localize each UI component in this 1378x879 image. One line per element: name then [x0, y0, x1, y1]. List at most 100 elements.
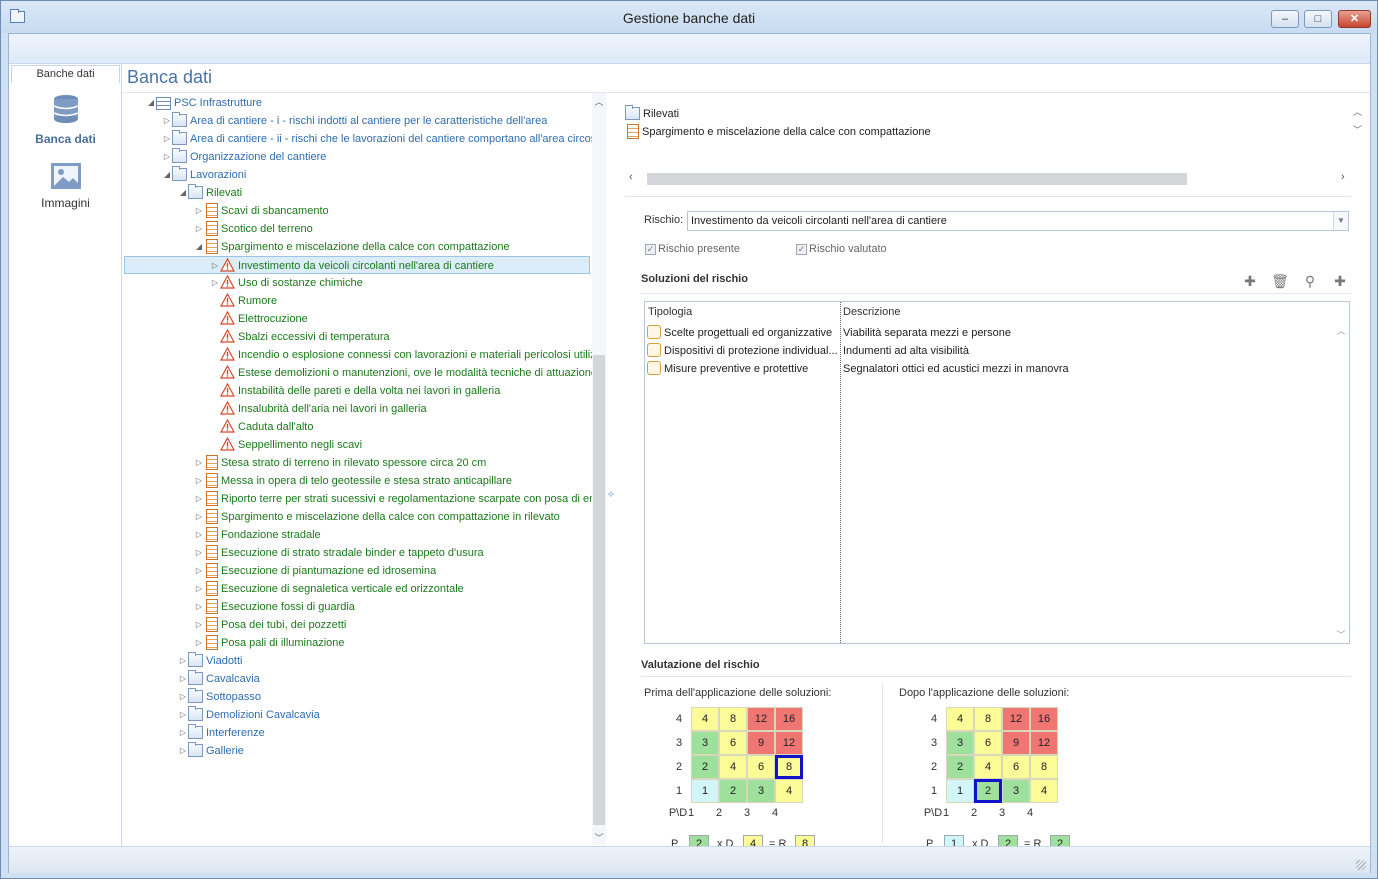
trash-icon[interactable]: 🗑 [1271, 272, 1289, 290]
scroll-up-icon[interactable]: ︿ [1335, 324, 1347, 337]
tree-node[interactable]: Incendio o esplosione connessi con lavor… [210, 346, 592, 364]
expanded-arrow-icon[interactable]: ◢ [146, 94, 156, 112]
collapsed-arrow-icon[interactable]: ▷ [162, 148, 172, 166]
tree-node[interactable]: ▷ Stesa strato di terreno in rilevato spe… [194, 454, 486, 472]
collapsed-arrow-icon[interactable]: ▷ [194, 220, 204, 238]
tree-node[interactable]: ▷ Fondazione stradale [194, 526, 321, 544]
add-solution-icon[interactable]: ✚ [1241, 272, 1259, 290]
tree-node[interactable]: ◢ Lavorazioni [162, 165, 246, 184]
tree-scrollbar[interactable]: ︿ ﹀ [592, 93, 606, 845]
expanded-arrow-icon[interactable]: ◢ [194, 238, 204, 256]
tree-node[interactable]: ▷ Interferenze [178, 723, 265, 742]
scroll-down-icon[interactable]: ﹀ [1335, 628, 1347, 641]
collapsed-arrow-icon[interactable]: ▷ [210, 274, 220, 292]
collapsed-arrow-icon[interactable]: ▷ [194, 472, 204, 490]
tree-node[interactable]: ▷ Viadotti [178, 651, 243, 670]
resize-grip-icon[interactable] [1356, 860, 1366, 870]
matrix-cell[interactable]: 1 [691, 779, 719, 803]
matrix-cell[interactable]: 3 [1002, 779, 1030, 803]
matrix-cell[interactable]: 12 [747, 707, 775, 731]
matrix-cell[interactable]: 1 [946, 779, 974, 803]
tree-node[interactable]: Sbalzi eccessivi di temperatura [210, 328, 390, 346]
tree-node[interactable]: ▷ Scotico del terreno [194, 220, 313, 238]
collapsed-arrow-icon[interactable]: ▷ [194, 580, 204, 598]
matrix-cell[interactable]: 2 [946, 755, 974, 779]
maximize-button[interactable]: □ [1304, 10, 1332, 28]
add-item-icon[interactable]: ✚ [1331, 272, 1349, 290]
tree-node[interactable]: Rumore [210, 292, 277, 310]
tree-node[interactable]: Instabilità delle pareti e della volta n… [210, 382, 500, 400]
column-header-tipologia[interactable]: Tipologia [648, 306, 692, 318]
solutions-scrollbar[interactable]: ︿ ﹀ [1335, 322, 1347, 642]
collapsed-arrow-icon[interactable]: ▷ [178, 652, 188, 670]
tree-node[interactable]: ◢ Spargimento e miscelazione della calce … [194, 238, 510, 256]
nav-item-banca-dati[interactable]: Banca dati [9, 94, 122, 146]
table-row[interactable]: Scelte progettuali ed organizzative Viabi… [647, 324, 1337, 342]
collapsed-arrow-icon[interactable]: ▷ [194, 598, 204, 616]
tree-node[interactable]: ◢ PSC Infrastrutture [146, 94, 262, 112]
expanded-arrow-icon[interactable]: ◢ [162, 166, 172, 184]
scroll-down-icon[interactable]: ﹀ [1353, 123, 1362, 136]
tree-node[interactable]: ▷ Messa in opera di telo geotessile e ste… [194, 472, 512, 490]
matrix-cell-selected[interactable]: 8 [775, 755, 803, 779]
tree-node[interactable]: ▷ Esecuzione fossi di guardia [194, 598, 355, 616]
hscroll-thumb[interactable] [647, 173, 1187, 185]
matrix-cell[interactable]: 4 [1030, 779, 1058, 803]
tree-node[interactable]: ▷ Uso di sostanze chimiche [210, 274, 363, 292]
tree-node[interactable]: Insalubrità dell'aria nei lavori in gall… [210, 400, 427, 418]
tree-node[interactable]: ▷ Organizzazione del cantiere [162, 147, 326, 166]
tree-node[interactable]: ▷ Area di cantiere - i - rischi indotti a… [162, 111, 547, 130]
tree-node[interactable]: Caduta dall'alto [210, 418, 314, 436]
collapsed-arrow-icon[interactable]: ▷ [178, 706, 188, 724]
scroll-up-icon[interactable]: ︿ [592, 95, 606, 108]
matrix-cell[interactable]: 8 [719, 707, 747, 731]
tree-node[interactable]: ▷ Area di cantiere - ii - rischi che le l… [162, 129, 592, 148]
chevron-down-icon[interactable]: ▼ [1333, 212, 1348, 230]
tree-node[interactable]: Seppellimento negli scavi [210, 436, 362, 454]
matrix-cell[interactable]: 3 [691, 731, 719, 755]
matrix-cell[interactable]: 9 [1002, 731, 1030, 755]
breadcrumb-item[interactable]: Spargimento e miscelazione della calce c… [625, 123, 1351, 141]
matrix-cell[interactable]: 6 [719, 731, 747, 755]
collapsed-arrow-icon[interactable]: ▷ [194, 202, 204, 220]
breadcrumb-item[interactable]: Rilevati [625, 104, 1351, 123]
collapsed-arrow-icon[interactable]: ▷ [194, 526, 204, 544]
matrix-cell[interactable]: 3 [946, 731, 974, 755]
matrix-cell[interactable]: 4 [691, 707, 719, 731]
matrix-cell[interactable]: 2 [719, 779, 747, 803]
matrix-cell[interactable]: 6 [1002, 755, 1030, 779]
matrix-cell[interactable]: 2 [691, 755, 719, 779]
tree-node[interactable]: ▷ Posa dei tubi, dei pozzetti [194, 616, 346, 634]
nav-tab-banche-dati[interactable]: Banche dati [11, 65, 120, 83]
collapsed-arrow-icon[interactable]: ▷ [162, 130, 172, 148]
solutions-grid[interactable]: Tipologia Descrizione Scelte progettuali… [644, 301, 1350, 644]
nav-item-immagini[interactable]: Immagini [9, 162, 122, 210]
matrix-cell[interactable]: 16 [775, 707, 803, 731]
collapsed-arrow-icon[interactable]: ▷ [194, 490, 204, 508]
tree-node[interactable]: ▷ Posa pali di illuminazione [194, 634, 345, 652]
tree-node[interactable]: Elettrocuzione [210, 310, 308, 328]
matrix-cell[interactable]: 9 [747, 731, 775, 755]
tree-node[interactable]: ▷ Esecuzione di strato stradale binder e … [194, 544, 484, 562]
scroll-right-icon[interactable]: › [1341, 171, 1345, 183]
risk-select[interactable]: Investimento da veicoli circolanti nell'… [687, 211, 1349, 231]
column-header-descrizione[interactable]: Descrizione [843, 306, 900, 318]
database-tree[interactable]: ◢ PSC Infrastrutture ▷ Area di cantiere - i… [122, 93, 592, 845]
tree-node[interactable]: ▷ Gallerie [178, 741, 244, 760]
table-row[interactable]: Misure preventive e protettive Segnalator… [647, 360, 1337, 378]
matrix-cell[interactable]: 12 [1030, 731, 1058, 755]
scroll-left-icon[interactable]: ‹ [629, 171, 633, 183]
collapsed-arrow-icon[interactable]: ▷ [194, 454, 204, 472]
tree-node[interactable]: ◢ Rilevati [178, 183, 242, 202]
tree-node[interactable]: ▷ Esecuzione di segnaletica verticale ed … [194, 580, 464, 598]
tree-node[interactable]: ▷ Sottopasso [178, 687, 261, 706]
collapsed-arrow-icon[interactable]: ▷ [194, 544, 204, 562]
collapsed-arrow-icon[interactable]: ▷ [194, 616, 204, 634]
matrix-cell[interactable]: 4 [775, 779, 803, 803]
collapsed-arrow-icon[interactable]: ▷ [194, 508, 204, 526]
matrix-cell[interactable]: 16 [1030, 707, 1058, 731]
tree-node[interactable]: ▷ Cavalcavia [178, 669, 260, 688]
collapsed-arrow-icon[interactable]: ▷ [194, 634, 204, 652]
collapsed-arrow-icon[interactable]: ▷ [178, 742, 188, 760]
collapsed-arrow-icon[interactable]: ▷ [194, 562, 204, 580]
